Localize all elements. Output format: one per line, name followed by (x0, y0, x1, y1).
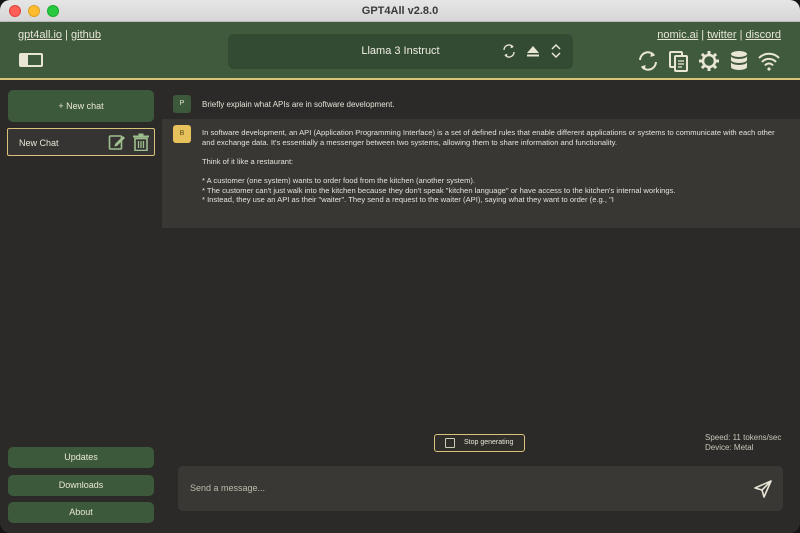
message-input-box (178, 466, 783, 511)
response-paragraph: In software development, an API (Applica… (202, 128, 775, 147)
response-bullet: * A customer (one system) wants to order… (202, 175, 476, 185)
response-paragraph: Think of it like a restaurant: (202, 156, 294, 166)
link-nomic[interactable]: nomic.ai (657, 29, 698, 41)
assistant-message-text: In software development, an API (Applica… (202, 128, 782, 205)
copy-icon[interactable] (667, 49, 691, 73)
assistant-message: B In software development, an API (Appli… (162, 119, 800, 228)
header-bar: gpt4all.io | github nomic.ai | twitter |… (0, 22, 800, 80)
stop-generating-label: Stop generating (464, 439, 514, 446)
link-github[interactable]: github (71, 29, 101, 41)
model-name: Llama 3 Instruct (361, 45, 440, 57)
new-chat-button[interactable]: + New chat (8, 90, 154, 122)
response-bullet: * The customer can't just walk into the … (202, 185, 676, 195)
window-title: GPT4All v2.8.0 (361, 5, 439, 17)
user-avatar: P (173, 95, 191, 113)
assistant-avatar: B (173, 125, 191, 143)
user-message-text: Briefly explain what APIs are in softwar… (202, 100, 395, 109)
link-discord[interactable]: discord (746, 29, 781, 41)
speed-readout: Speed: 11 tokens/sec (705, 433, 782, 442)
trash-icon[interactable] (132, 133, 150, 151)
chat-item-title: New Chat (19, 138, 59, 148)
response-bullet: * Instead, they use an API as their "wai… (202, 195, 614, 205)
eject-icon[interactable] (525, 43, 541, 59)
generation-stats: Speed: 11 tokens/sec Device: Metal (705, 433, 781, 453)
app-window: GPT4All v2.8.0 gpt4all.io | github nomic… (0, 0, 800, 533)
updates-button[interactable]: Updates (8, 447, 154, 468)
title-bar: GPT4All v2.8.0 (0, 0, 800, 22)
refresh-icon[interactable] (636, 49, 660, 73)
sidebar-toggle-icon[interactable] (19, 53, 43, 67)
model-selector[interactable]: Llama 3 Instruct (228, 34, 573, 69)
chat-list-item[interactable]: New Chat (7, 128, 155, 156)
left-links: gpt4all.io | github (18, 29, 102, 41)
link-twitter[interactable]: twitter (707, 29, 736, 41)
stop-icon (445, 438, 455, 448)
chevron-updown-icon[interactable] (548, 43, 564, 59)
message-input[interactable] (190, 479, 730, 497)
stop-generating-button[interactable]: Stop generating (434, 434, 525, 452)
gear-icon[interactable] (697, 49, 721, 73)
wifi-icon[interactable] (757, 49, 781, 73)
user-message: P Briefly explain what APIs are in softw… (162, 87, 800, 114)
reload-icon[interactable] (501, 43, 517, 59)
link-gpt4all[interactable]: gpt4all.io (18, 29, 62, 41)
device-readout: Device: Metal (705, 443, 754, 452)
right-links: nomic.ai | twitter | discord (657, 29, 781, 41)
database-icon[interactable] (727, 49, 751, 73)
edit-icon[interactable] (108, 133, 126, 151)
downloads-button[interactable]: Downloads (8, 475, 154, 496)
send-icon[interactable] (753, 479, 773, 499)
about-button[interactable]: About (8, 502, 154, 523)
